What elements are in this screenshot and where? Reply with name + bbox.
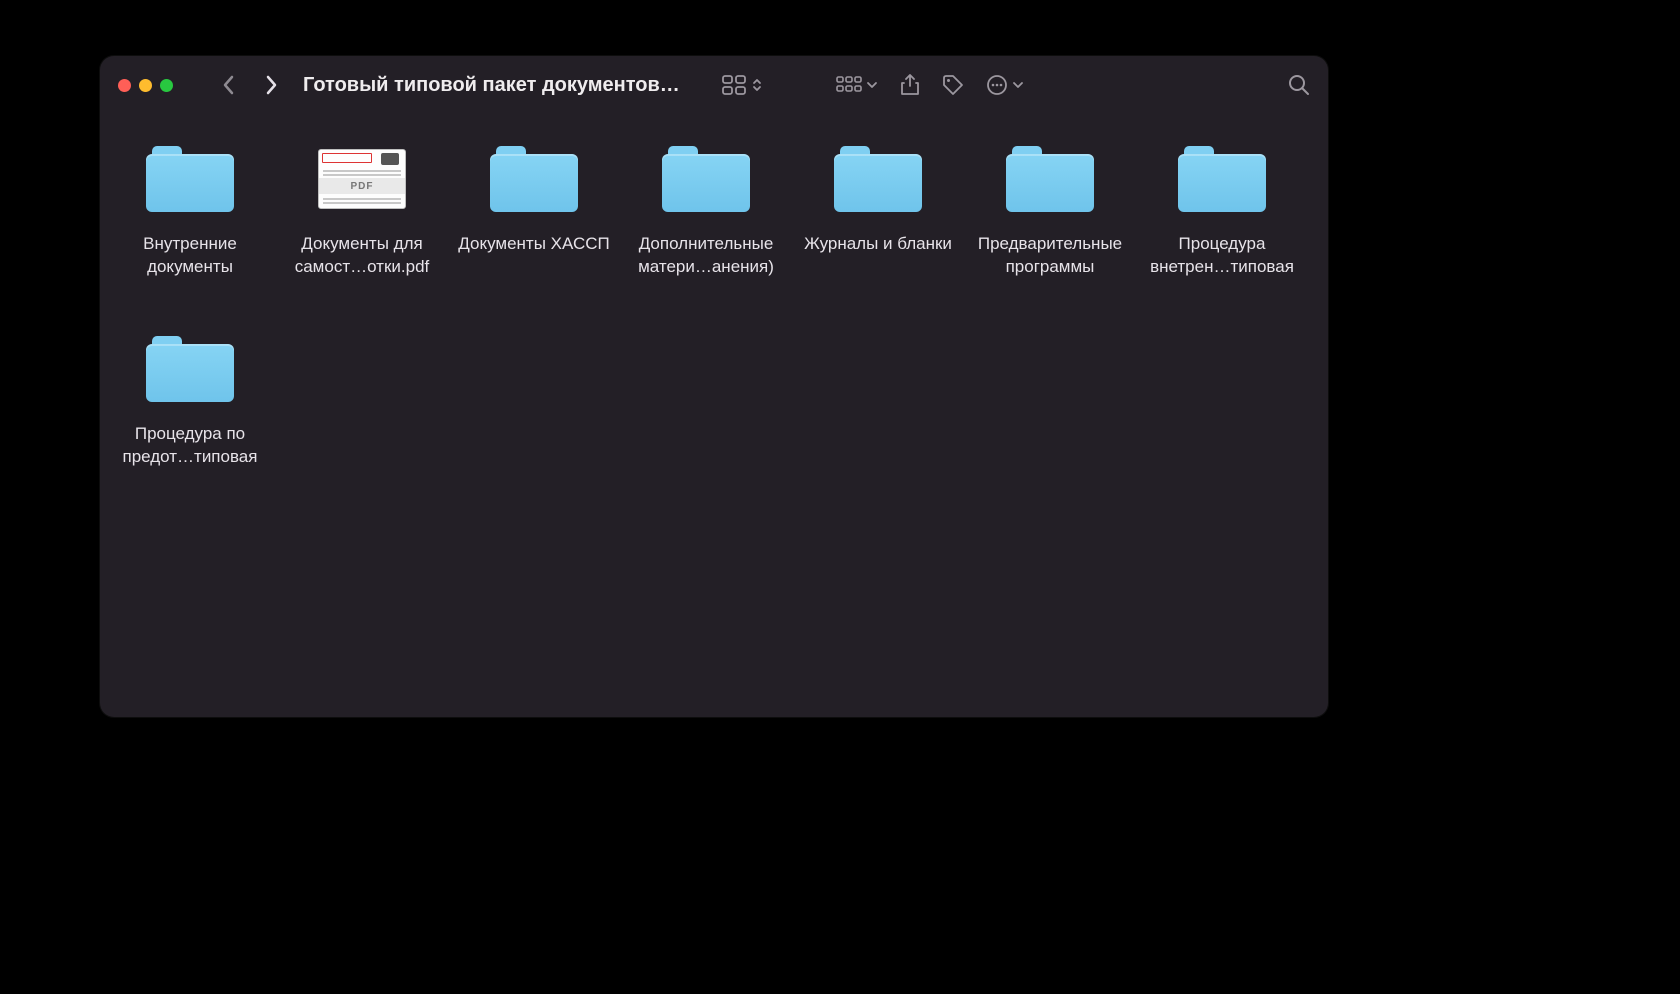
item-label: Документы для самост…отки.pdf: [282, 232, 442, 279]
item-icon-wrap: [1136, 132, 1308, 226]
window-title: Готовый типовой пакет документов…: [303, 74, 680, 97]
file-grid: Внутренние документы PDF Документы для сам…: [100, 114, 1328, 717]
folder-item[interactable]: Внутренние документы: [104, 132, 276, 322]
titlebar: Готовый типовой пакет документов…: [100, 56, 1328, 114]
more-actions-button[interactable]: [986, 74, 1024, 96]
item-icon-wrap: PDF: [276, 132, 448, 226]
item-label: Процедура внетрен…типовая: [1142, 232, 1302, 279]
folder-item[interactable]: Дополнительные матери…анения): [620, 132, 792, 322]
folder-item[interactable]: Журналы и бланки: [792, 132, 964, 322]
folder-item[interactable]: Документы ХАССП: [448, 132, 620, 322]
nav-forward-button[interactable]: [257, 71, 285, 99]
folder-item[interactable]: Процедура по предот…типовая: [104, 322, 276, 512]
item-label: Предварительные программы: [970, 232, 1130, 279]
folder-item[interactable]: Предварительные программы: [964, 132, 1136, 322]
folder-icon: [1178, 146, 1266, 212]
file-item[interactable]: PDF Документы для самост…отки.pdf: [276, 132, 448, 322]
folder-icon: [146, 336, 234, 402]
item-label: Журналы и бланки: [798, 232, 958, 255]
item-label: Документы ХАССП: [454, 232, 614, 255]
folder-icon: [1006, 146, 1094, 212]
chevron-down-icon: [866, 79, 878, 91]
item-icon-wrap: [104, 322, 276, 416]
item-icon-wrap: [620, 132, 792, 226]
chevron-right-icon: [263, 75, 279, 95]
item-label: Процедура по предот…типовая: [110, 422, 270, 469]
search-button[interactable]: [1288, 74, 1310, 96]
tag-icon: [942, 74, 964, 96]
finder-window: Готовый типовой пакет документов…: [100, 56, 1328, 717]
folder-icon: [146, 146, 234, 212]
item-icon-wrap: [104, 132, 276, 226]
chevron-down-icon: [1012, 79, 1024, 91]
close-window-button[interactable]: [118, 79, 131, 92]
toolbar-actions: [836, 74, 1024, 96]
share-icon: [900, 74, 920, 96]
group-by-button[interactable]: [836, 76, 878, 94]
folder-icon: [490, 146, 578, 212]
search-icon: [1288, 74, 1310, 96]
chevron-left-icon: [221, 75, 237, 95]
up-down-chevron-icon: [752, 75, 762, 95]
group-icon: [836, 76, 862, 94]
folder-icon: [834, 146, 922, 212]
ellipsis-circle-icon: [986, 74, 1008, 96]
tags-button[interactable]: [942, 74, 964, 96]
pdf-file-icon: PDF: [318, 149, 406, 209]
nav-back-button[interactable]: [215, 71, 243, 99]
grid-view-icon: [722, 75, 748, 95]
folder-item[interactable]: Процедура внетрен…типовая: [1136, 132, 1308, 322]
view-mode-button[interactable]: [722, 75, 762, 95]
item-icon-wrap: [448, 132, 620, 226]
fullscreen-window-button[interactable]: [160, 79, 173, 92]
window-controls: [118, 79, 173, 92]
minimize-window-button[interactable]: [139, 79, 152, 92]
folder-icon: [662, 146, 750, 212]
item-label: Внутренние документы: [110, 232, 270, 279]
item-label: Дополнительные матери…анения): [626, 232, 786, 279]
share-button[interactable]: [900, 74, 920, 96]
item-icon-wrap: [792, 132, 964, 226]
item-icon-wrap: [964, 132, 1136, 226]
